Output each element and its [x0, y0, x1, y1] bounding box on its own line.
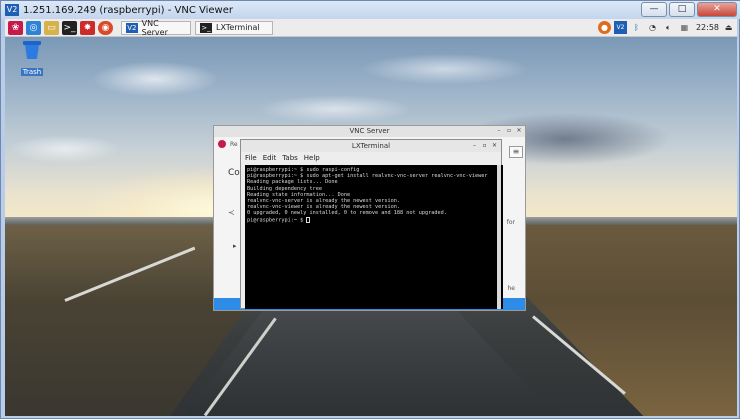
lxterminal-titlebar[interactable]: LXTerminal – ▫ ✕ — [241, 140, 501, 152]
lxterminal-menubar: File Edit Tabs Help — [241, 152, 501, 163]
raspberry-logo-icon — [218, 140, 226, 148]
close-icon[interactable]: ✕ — [515, 127, 523, 135]
mathematica-icon[interactable]: ✸ — [80, 20, 95, 35]
vnc-tray-icon[interactable]: V2 — [613, 21, 627, 34]
input-method-icon[interactable]: ● — [597, 21, 611, 34]
raspberry-taskbar: ❀ ◎ ▭ >_ ✸ ◉ V2 VNC Server >_ LXTerminal… — [5, 19, 737, 37]
minimize-button[interactable]: — — [641, 2, 667, 17]
vnc-server-heading: Co — [228, 168, 240, 178]
taskbar-lxterminal[interactable]: >_ LXTerminal — [195, 20, 273, 35]
menu-tabs[interactable]: Tabs — [282, 154, 298, 162]
vnc-logo-icon: V2 — [5, 4, 19, 16]
vnc-viewer-window: V2 1.251.169.249 (raspberrypi) - VNC Vie… — [0, 0, 740, 419]
terminal-cursor — [306, 216, 311, 223]
vnc-server-titlebar[interactable]: VNC Server – ▫ ✕ — [214, 126, 525, 137]
trash-label: Trash — [20, 68, 44, 76]
maximize-icon[interactable]: ▫ — [481, 142, 488, 150]
taskbar-vnc-server[interactable]: V2 VNC Server — [121, 19, 191, 37]
vnc-server-text-for: for — [506, 219, 515, 226]
minimize-icon[interactable]: – — [471, 142, 478, 150]
menu-help[interactable]: Help — [304, 154, 320, 162]
share-icon[interactable]: ≺ — [228, 208, 235, 217]
menu-file[interactable]: File — [245, 154, 257, 162]
terminal-prompt: pi@raspberrypi:~ $ — [247, 217, 307, 224]
window-controls: — □ ✕ — [641, 2, 737, 17]
terminal-icon[interactable]: >_ — [62, 20, 77, 35]
terminal-prompt-line: pi@raspberrypi:~ $ — [247, 216, 501, 224]
expand-arrow-icon[interactable]: ▸ — [233, 242, 237, 250]
minimize-icon[interactable]: – — [495, 127, 503, 135]
terminal-task-icon: >_ — [200, 22, 212, 33]
lxterminal-title: LXTerminal — [351, 142, 391, 150]
task-label: LXTerminal — [216, 23, 260, 32]
system-tray: ● V2 ᛒ ◔ 🔈︎ ▦ 22:58 ⏏ — [597, 21, 735, 34]
vnc-server-text-he: he — [507, 285, 516, 292]
raspberry-menu-icon[interactable]: ❀ — [8, 20, 23, 35]
browser-icon[interactable]: ◎ — [26, 20, 41, 35]
volume-icon[interactable]: 🔈︎ — [662, 21, 675, 34]
vnc-server-label: Re — [230, 141, 238, 148]
vnc-server-title: VNC Server — [349, 127, 390, 135]
file-manager-icon[interactable]: ▭ — [44, 20, 59, 35]
wifi-icon[interactable]: ◔ — [646, 21, 659, 34]
maximize-icon[interactable]: ▫ — [505, 127, 513, 135]
terminal-scrollbar[interactable] — [497, 165, 501, 309]
bluetooth-icon[interactable]: ᛒ — [630, 21, 643, 34]
hamburger-menu-icon[interactable]: ≡ — [509, 146, 523, 158]
vnc-task-icon: V2 — [126, 22, 138, 33]
vnc-viewer-titlebar[interactable]: V2 1.251.169.249 (raspberrypi) - VNC Vie… — [1, 1, 740, 19]
task-label: VNC Server — [141, 19, 168, 37]
terminal-output[interactable]: pi@raspberrypi:~ $ sudo raspi-config pi@r… — [245, 165, 503, 309]
trash-desktop-icon[interactable]: Trash — [17, 41, 47, 78]
maximize-button[interactable]: □ — [669, 2, 695, 17]
close-button[interactable]: ✕ — [697, 2, 737, 17]
lxterminal-window: LXTerminal – ▫ ✕ File Edit Tabs Help pi@… — [240, 139, 503, 309]
close-icon[interactable]: ✕ — [491, 142, 498, 150]
trash-icon — [23, 41, 41, 59]
menu-edit[interactable]: Edit — [263, 154, 277, 162]
window-title: 1.251.169.249 (raspberrypi) - VNC Viewer — [23, 4, 233, 16]
clock[interactable]: 22:58 — [696, 23, 719, 32]
eject-icon[interactable]: ⏏ — [722, 21, 735, 34]
cpu-monitor-icon[interactable]: ▦ — [678, 21, 691, 34]
remote-desktop[interactable]: ❀ ◎ ▭ >_ ✸ ◉ V2 VNC Server >_ LXTerminal… — [5, 19, 737, 416]
wolfram-icon[interactable]: ◉ — [98, 20, 113, 35]
